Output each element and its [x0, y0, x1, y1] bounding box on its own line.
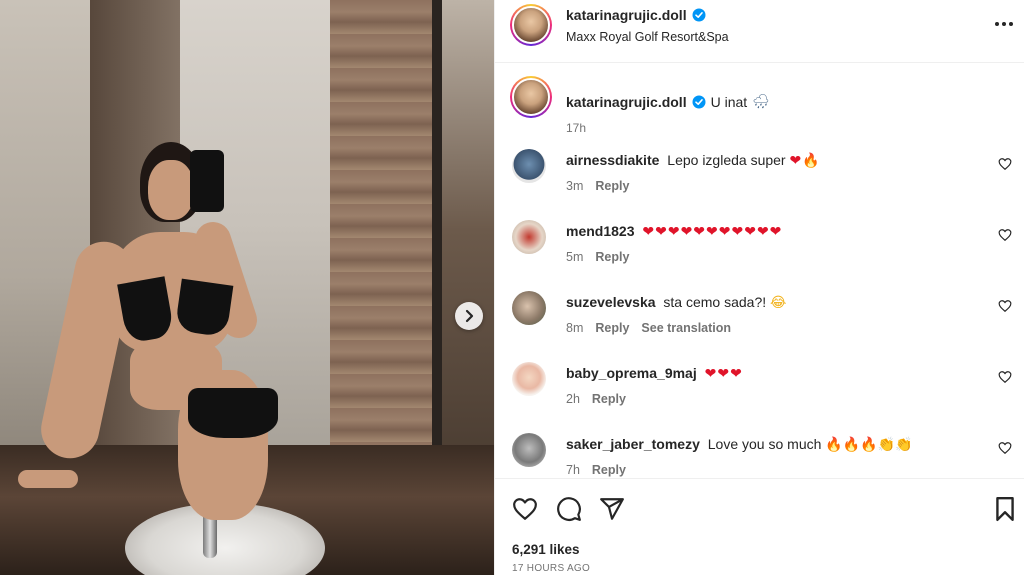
photo-person: [18, 140, 318, 520]
comment-item: baby_oprema_9maj ❤❤❤ 2h Reply: [510, 362, 1020, 422]
comment-item: saker_jaber_tomezy Love you so much 🔥🔥🔥👏…: [510, 433, 1020, 477]
comment-item: mend1823 ❤❤❤❤❤❤❤❤❤❤❤ 5m Reply: [510, 220, 1020, 280]
heart-icon[interactable]: [998, 441, 1012, 455]
comment-item: suzevelevska sta cemo sada?! 😂 8m Reply …: [510, 291, 1020, 351]
verified-badge-icon: [692, 8, 706, 22]
caption-text: U inat: [710, 94, 748, 110]
verified-badge-icon: [692, 95, 706, 109]
comment-body: Love you so much: [707, 436, 822, 452]
more-options-icon: [995, 22, 1013, 26]
bookmark-icon[interactable]: [992, 496, 1018, 522]
laughing-emoji: 😂: [770, 295, 787, 311]
post-header: katarinagrujic.doll Maxx Royal Golf Reso…: [495, 0, 1024, 63]
commenter-username[interactable]: baby_oprema_9maj: [566, 365, 697, 381]
commenter-username[interactable]: saker_jaber_tomezy: [566, 436, 700, 452]
comment-time: 7h: [566, 463, 580, 477]
comment-text: mend1823 ❤❤❤❤❤❤❤❤❤❤❤: [566, 223, 782, 240]
heart-icon[interactable]: [512, 496, 538, 522]
reply-button[interactable]: Reply: [595, 250, 629, 264]
fire-emoji: 🔥🔥🔥: [825, 437, 878, 453]
author-avatar[interactable]: [510, 4, 552, 46]
commenter-avatar[interactable]: [512, 433, 546, 467]
commenter-username[interactable]: mend1823: [566, 223, 634, 239]
caption-time: 17h: [566, 121, 587, 135]
photo-phone: [190, 150, 224, 212]
comment-meta: 3m Reply: [566, 179, 629, 193]
reply-button[interactable]: Reply: [592, 463, 626, 477]
post-timestamp: 17 HOURS AGO: [512, 563, 591, 574]
caption-username[interactable]: katarinagrujic.doll: [566, 94, 687, 110]
heart-icon[interactable]: [998, 157, 1012, 171]
commenter-avatar[interactable]: [512, 220, 546, 254]
chevron-right-icon: [465, 309, 474, 323]
comment-meta: 2h Reply: [566, 392, 626, 406]
fire-emoji: 🔥: [802, 153, 820, 169]
reply-button[interactable]: Reply: [595, 321, 629, 335]
comment-meta: 5m Reply: [566, 250, 629, 264]
caption-line: katarinagrujic.doll U inat 🌧: [566, 94, 770, 110]
see-translation-button[interactable]: See translation: [641, 321, 731, 335]
caption-author-avatar[interactable]: [510, 76, 552, 118]
heart-icon[interactable]: [998, 370, 1012, 384]
post-location[interactable]: Maxx Royal Golf Resort&Spa: [566, 30, 729, 44]
comment-time: 5m: [566, 250, 584, 264]
comment-meta: 8m Reply See translation: [566, 321, 731, 335]
heart-icon[interactable]: [998, 299, 1012, 313]
comment-text: suzevelevska sta cemo sada?! 😂: [566, 294, 786, 311]
comment-item: airnessdiakite Lepo izgleda super ❤🔥 3m …: [510, 149, 1020, 209]
commenter-username[interactable]: suzevelevska: [566, 294, 656, 310]
clap-emoji: 👏👏: [877, 437, 913, 453]
next-photo-button[interactable]: [455, 302, 483, 330]
comments-list[interactable]: katarinagrujic.doll U inat 🌧 17h airness…: [495, 64, 1024, 477]
commenter-avatar[interactable]: [512, 291, 546, 325]
commenter-avatar[interactable]: [512, 362, 546, 396]
comment-time: 2h: [566, 392, 580, 406]
author-username-text[interactable]: katarinagrujic.doll: [566, 7, 687, 23]
reply-button[interactable]: Reply: [592, 392, 626, 406]
post-actions: 6,291 likes 17 HOURS AGO: [495, 478, 1024, 575]
heart-emoji: ❤❤❤: [704, 366, 743, 382]
commenter-username[interactable]: airnessdiakite: [566, 152, 659, 168]
comment-body: Lepo izgleda super: [667, 152, 786, 168]
heart-emoji: ❤: [789, 153, 803, 169]
author-username[interactable]: katarinagrujic.doll: [566, 7, 706, 23]
comment-icon[interactable]: [556, 496, 582, 522]
photo-marble-wall: [330, 0, 435, 445]
comment-text: baby_oprema_9maj ❤❤❤: [566, 365, 743, 382]
comment-text: airnessdiakite Lepo izgleda super ❤🔥: [566, 152, 820, 169]
reply-button[interactable]: Reply: [595, 179, 629, 193]
comment-time: 3m: [566, 179, 584, 193]
comment-time: 8m: [566, 321, 584, 335]
heart-icon[interactable]: [998, 228, 1012, 242]
share-icon[interactable]: [599, 496, 625, 522]
heart-emoji: ❤❤❤❤❤❤❤❤❤❤❤: [642, 224, 783, 240]
post-details-panel: katarinagrujic.doll Maxx Royal Golf Reso…: [494, 0, 1024, 575]
post-photo[interactable]: [0, 0, 494, 575]
comment-text: saker_jaber_tomezy Love you so much 🔥🔥🔥👏…: [566, 436, 912, 453]
comment-meta: 7h Reply: [566, 463, 626, 477]
caption-emoji: 🌧: [752, 94, 770, 110]
more-options-button[interactable]: [994, 14, 1014, 34]
commenter-avatar[interactable]: [512, 149, 546, 183]
comment-body: sta cemo sada?!: [663, 294, 767, 310]
likes-count[interactable]: 6,291 likes: [512, 542, 580, 557]
